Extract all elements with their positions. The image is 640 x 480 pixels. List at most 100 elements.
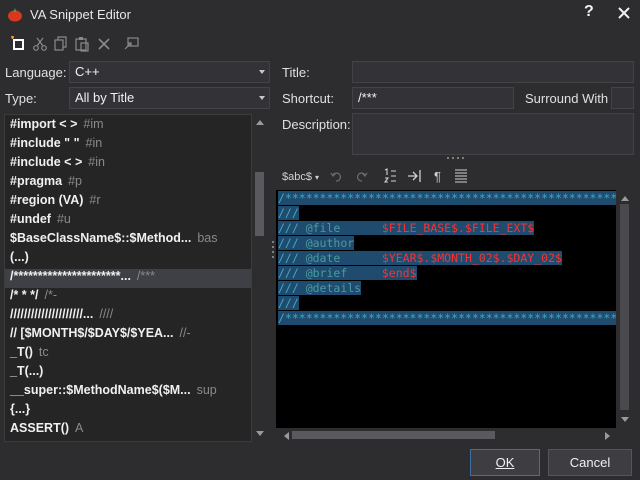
insert-reserved-string-button[interactable]: $abc$ ▾ bbox=[282, 171, 319, 187]
snippet-list[interactable]: #import < > #im #include " " #in #include < … bbox=[4, 114, 252, 442]
list-item[interactable]: /**********************... /*** bbox=[5, 269, 251, 288]
word-wrap-icon[interactable] bbox=[454, 169, 468, 183]
list-item[interactable]: #include < > #in bbox=[5, 155, 251, 174]
list-item-title: bas bbox=[197, 231, 218, 245]
list-item[interactable]: /* * */ /*- bbox=[5, 288, 251, 307]
list-item[interactable]: {...} bbox=[5, 402, 251, 421]
list-item-title: /*** bbox=[136, 269, 155, 283]
code-token: @brief bbox=[305, 266, 382, 280]
indent-icon[interactable] bbox=[407, 169, 423, 183]
ok-button[interactable]: OK bbox=[470, 449, 540, 476]
list-item-title: #r bbox=[89, 193, 101, 207]
language-combo[interactable]: C++ bbox=[69, 61, 270, 83]
list-item-shortcut: // [$MONTH$/$DAY$/$YEA... bbox=[10, 326, 174, 340]
code-token: /// bbox=[278, 296, 299, 310]
list-item[interactable]: // [$MONTH$/$DAY$/$YEA... //- bbox=[5, 326, 251, 345]
scroll-left-icon[interactable] bbox=[282, 431, 290, 441]
description-input[interactable] bbox=[352, 113, 634, 155]
line-numbers-icon[interactable] bbox=[383, 168, 397, 184]
code-token: $YEAR$.$MONTH_02$.$DAY_02$ bbox=[381, 251, 562, 265]
horizontal-splitter-grip[interactable] bbox=[446, 156, 468, 160]
list-item-title: A bbox=[75, 421, 84, 435]
list-item[interactable]: #import < > #im bbox=[5, 117, 251, 136]
close-icon[interactable] bbox=[614, 3, 634, 23]
editor-scrollbar[interactable] bbox=[616, 190, 634, 428]
code-token: /// bbox=[278, 236, 306, 250]
list-item-shortcut: ASSERT() bbox=[10, 421, 70, 435]
new-snippet-icon[interactable] bbox=[10, 36, 26, 52]
list-item[interactable]: ASSERT() A bbox=[5, 421, 251, 440]
list-scrollbar[interactable] bbox=[252, 114, 268, 442]
surround-with-checkbox[interactable] bbox=[611, 87, 634, 109]
list-item-title: #u bbox=[56, 212, 71, 226]
list-item[interactable]: #region (VA) #r bbox=[5, 193, 251, 212]
scroll-corner bbox=[616, 428, 634, 442]
list-item-shortcut: /**********************... bbox=[10, 269, 131, 283]
undo-icon[interactable] bbox=[330, 170, 344, 182]
editor-scroll-thumb[interactable] bbox=[620, 204, 629, 410]
list-item-shortcut: _T() bbox=[10, 345, 33, 359]
show-whitespace-icon[interactable]: ¶ bbox=[434, 169, 441, 184]
paste-icon[interactable] bbox=[74, 36, 90, 52]
list-item-shortcut: #region (VA) bbox=[10, 193, 84, 207]
scroll-down-icon[interactable] bbox=[255, 430, 265, 438]
list-item-shortcut: __super::$MethodName$($M... bbox=[10, 383, 191, 397]
title-input[interactable] bbox=[352, 61, 634, 83]
type-label: Type: bbox=[5, 91, 37, 106]
cut-icon[interactable] bbox=[32, 36, 48, 52]
list-item-shortcut: (...) bbox=[10, 250, 29, 264]
delete-icon[interactable] bbox=[96, 36, 112, 52]
help-button[interactable]: ? bbox=[584, 3, 594, 21]
code-token: $FILE_BASE$.$FILE_EXT$ bbox=[381, 221, 535, 235]
list-item-shortcut: _T(...) bbox=[10, 364, 44, 378]
surround-with-label: Surround With bbox=[525, 91, 609, 106]
scroll-up-icon[interactable] bbox=[255, 118, 265, 126]
editor-hscroll-thumb[interactable] bbox=[292, 431, 495, 439]
code-line: /// @date $YEAR$.$MONTH_02$.$DAY_02$ bbox=[278, 251, 562, 266]
type-value: All by Title bbox=[75, 90, 135, 105]
list-item-shortcut: #import < > bbox=[10, 117, 78, 131]
list-item[interactable]: _T() tc bbox=[5, 345, 251, 364]
code-token: /// bbox=[278, 206, 299, 220]
cancel-button[interactable]: Cancel bbox=[548, 449, 632, 476]
list-item[interactable]: (...) bbox=[5, 250, 251, 269]
shortcut-input[interactable]: /*** bbox=[352, 87, 514, 109]
list-item[interactable]: _T(...) bbox=[5, 364, 251, 383]
title-bar: VA Snippet Editor ? bbox=[0, 0, 640, 30]
scroll-down-icon[interactable] bbox=[620, 416, 630, 424]
list-item-shortcut: #include < > bbox=[10, 155, 83, 169]
code-token: /// bbox=[278, 221, 306, 235]
list-item[interactable]: __super::$MethodName$($M... sup bbox=[5, 383, 251, 402]
copy-icon[interactable] bbox=[53, 36, 69, 52]
scroll-up-icon[interactable] bbox=[620, 194, 630, 202]
type-combo[interactable]: All by Title bbox=[69, 87, 270, 109]
list-item[interactable]: $BaseClassName$::$Method... bas bbox=[5, 231, 251, 250]
code-token: @details bbox=[305, 281, 362, 295]
redo-icon[interactable] bbox=[354, 170, 368, 182]
snippet-code-editor[interactable]: /***************************************… bbox=[276, 190, 616, 428]
list-item[interactable]: #pragma #p bbox=[5, 174, 251, 193]
chevron-down-icon bbox=[259, 70, 265, 74]
code-token: /// bbox=[278, 266, 306, 280]
list-item-title: /*- bbox=[44, 288, 58, 302]
list-item[interactable]: /////////////////////... //// bbox=[5, 307, 251, 326]
code-line: /// @author bbox=[278, 236, 355, 251]
list-item-shortcut: #pragma bbox=[10, 174, 63, 188]
title-label: Title: bbox=[282, 65, 310, 80]
list-item-title: tc bbox=[38, 345, 49, 359]
list-item[interactable]: #include " " #in bbox=[5, 136, 251, 155]
window-title: VA Snippet Editor bbox=[30, 7, 131, 22]
list-item-title: #p bbox=[68, 174, 83, 188]
list-item-title: sup bbox=[196, 383, 217, 397]
code-token: @file bbox=[305, 221, 382, 235]
list-item[interactable]: #undef #u bbox=[5, 212, 251, 231]
import-icon[interactable] bbox=[124, 36, 140, 52]
list-item-title: #im bbox=[83, 117, 104, 131]
code-token: /***************************************… bbox=[278, 191, 616, 205]
scroll-right-icon[interactable] bbox=[604, 431, 612, 441]
vertical-splitter-grip[interactable] bbox=[271, 240, 275, 262]
list-scroll-thumb[interactable] bbox=[255, 172, 264, 236]
editor-horizontal-scrollbar[interactable] bbox=[278, 428, 616, 442]
code-line: /// bbox=[278, 206, 299, 221]
code-token: /// bbox=[278, 251, 306, 265]
